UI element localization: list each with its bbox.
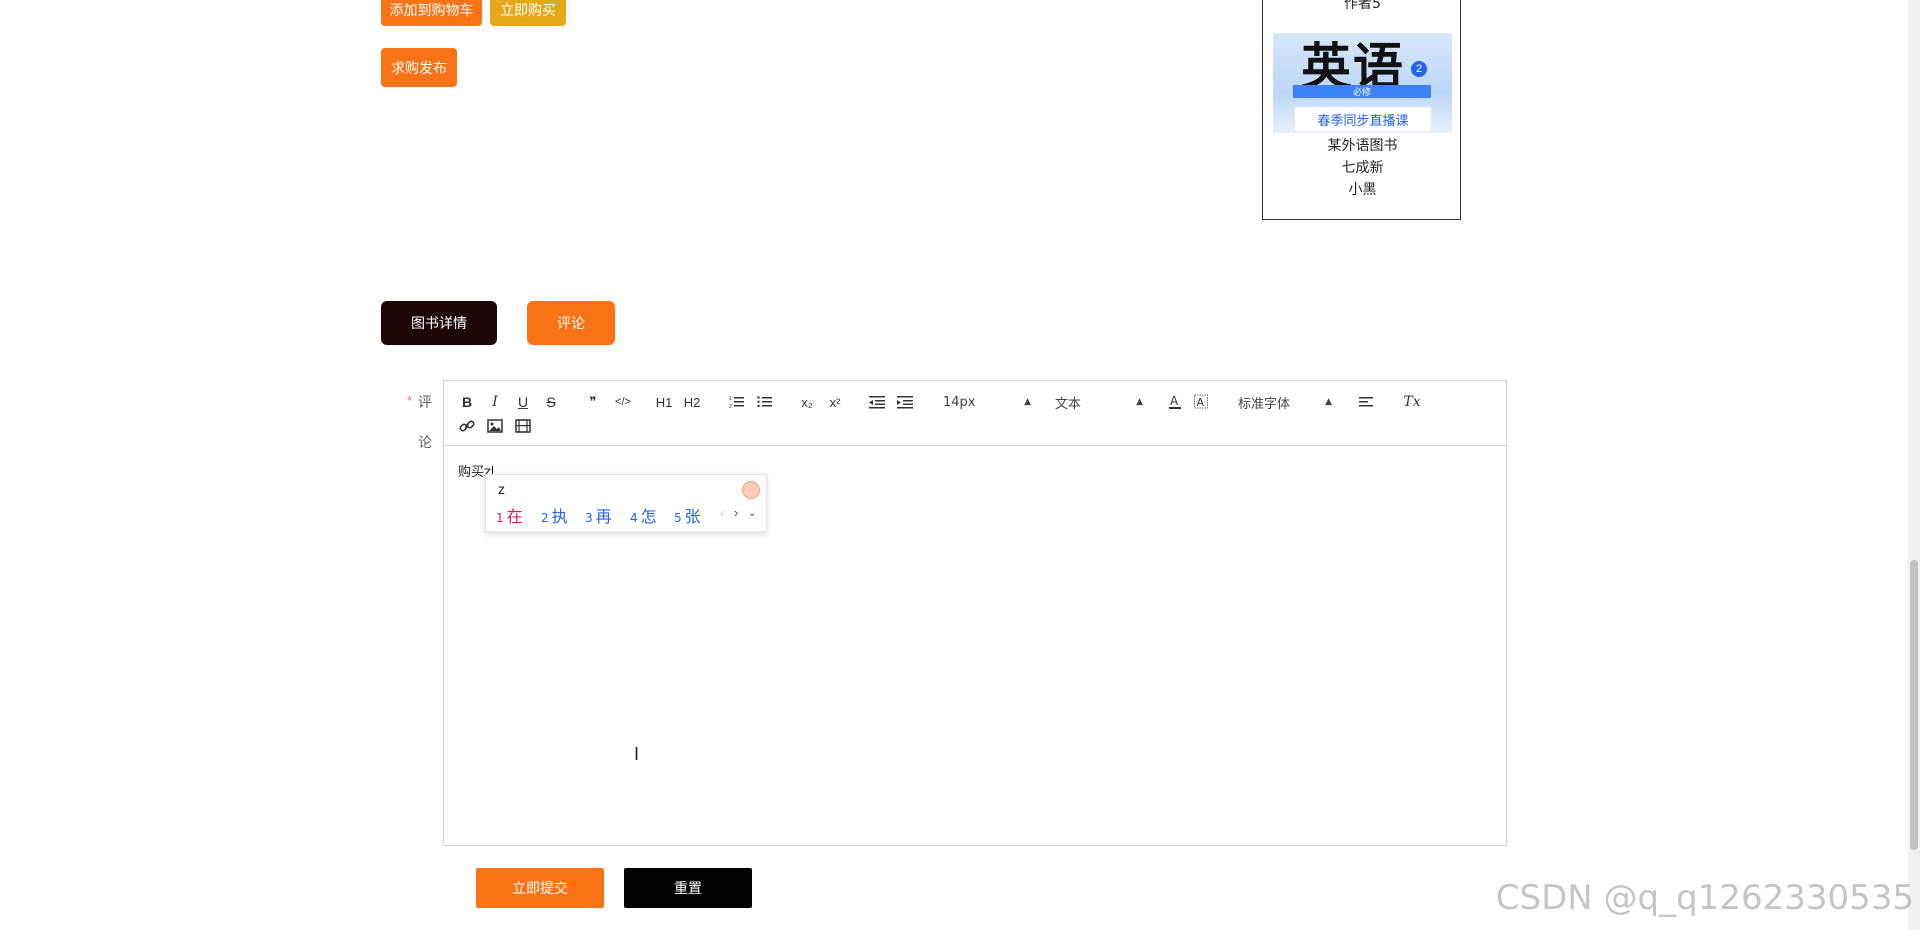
align-icon[interactable] [1358, 393, 1376, 411]
submit-button[interactable]: 立即提交 [476, 868, 604, 908]
clear-format-button[interactable]: Tx [1402, 393, 1422, 411]
book-cover-image[interactable]: 英语 2 必修 春季同步直播课 [1273, 33, 1452, 133]
comment-label: 评 [418, 395, 432, 411]
code-block-button[interactable]: </> [612, 393, 634, 411]
outdent-icon[interactable] [868, 393, 886, 411]
tab-book-details[interactable]: 图书详情 [381, 301, 497, 345]
card-condition: 七成新 [1341, 160, 1384, 176]
select-caret-icon: ▲ [1136, 397, 1143, 407]
font-size-select[interactable]: 14px ▲ [943, 393, 1031, 411]
svg-text:1: 1 [729, 396, 732, 402]
tab-comments[interactable]: 评论 [527, 301, 615, 345]
underline-button[interactable]: U [514, 393, 532, 411]
required-mark: * [407, 393, 413, 408]
font-family-value: 标准字体 [1238, 396, 1291, 412]
select-caret-icon: ▲ [1024, 397, 1031, 407]
related-book-card[interactable]: 作者5 英语 2 必修 春季同步直播课 某外语图书 七成新 小黑 [1262, 0, 1461, 220]
ime-next-icon[interactable]: › [734, 505, 738, 520]
blockquote-button[interactable]: ❞ [584, 393, 602, 411]
italic-button[interactable]: I [486, 393, 504, 411]
subscript-button[interactable]: x₂ [796, 393, 818, 411]
cover-subtitle: 春季同步直播课 [1295, 107, 1431, 131]
add-to-cart-button[interactable]: 添加到购物车 [381, 0, 482, 26]
page-scrollbar[interactable] [1908, 0, 1920, 930]
post-request-button[interactable]: 求购发布 [381, 48, 457, 87]
bullet-list-icon[interactable] [756, 393, 774, 411]
comment-label-2: 论 [418, 435, 432, 451]
ime-candidate-popup[interactable]: z 1在 2执 3再 4怎 5张 ‹ › ⌄ [485, 474, 767, 532]
text-type-value: 文本 [1055, 396, 1082, 412]
reset-button[interactable]: 重置 [624, 868, 752, 908]
ime-prev-icon[interactable]: ‹ [720, 505, 724, 520]
csdn-watermark: CSDN @q_q1262330535 [1495, 878, 1914, 918]
font-family-select[interactable]: 标准字体 ▲ [1238, 393, 1332, 412]
ime-candidate[interactable]: 5张 [674, 503, 701, 527]
ime-input-text: z [498, 481, 505, 497]
svg-text:2: 2 [729, 404, 732, 409]
ibeam-cursor-icon: Ι [634, 744, 640, 764]
card-top-text: 作者5 [1344, 0, 1381, 12]
scrollbar-thumb[interactable] [1910, 560, 1918, 850]
editor-toolbar: B I U S ❞ </> H1 H2 12 x₂ x² 14px ▲ 文本 ▲… [444, 381, 1506, 446]
heading1-button[interactable]: H1 [653, 393, 675, 411]
font-color-icon[interactable]: A [1166, 393, 1184, 411]
heading2-button[interactable]: H2 [681, 393, 703, 411]
ordered-list-icon[interactable]: 12 [728, 393, 746, 411]
card-publisher: 某外语图书 [1327, 138, 1398, 154]
select-caret-icon: ▲ [1325, 397, 1332, 407]
svg-text:A: A [1170, 394, 1179, 408]
font-size-value: 14px [943, 394, 976, 410]
buy-now-button[interactable]: 立即购买 [490, 0, 566, 26]
strike-button[interactable]: S [542, 393, 560, 411]
ime-candidate[interactable]: 3再 [585, 503, 612, 527]
text-type-select[interactable]: 文本 ▲ [1055, 393, 1143, 412]
svg-text:A: A [1197, 396, 1205, 409]
indent-icon[interactable] [896, 393, 914, 411]
ime-candidate[interactable]: 2执 [541, 503, 568, 527]
card-seller: 小黑 [1348, 182, 1377, 198]
video-icon[interactable] [514, 417, 532, 435]
ime-expand-icon[interactable]: ⌄ [748, 508, 756, 519]
cover-badge: 2 [1411, 61, 1427, 77]
superscript-button[interactable]: x² [824, 393, 846, 411]
ime-candidate[interactable]: 4怎 [630, 503, 657, 527]
ime-candidate[interactable]: 1在 [496, 503, 523, 527]
link-icon[interactable] [458, 417, 476, 435]
ime-logo-icon [742, 481, 760, 499]
bold-button[interactable]: B [458, 393, 476, 411]
rich-text-editor[interactable]: B I U S ❞ </> H1 H2 12 x₂ x² 14px ▲ 文本 ▲… [443, 380, 1507, 846]
background-color-icon[interactable]: A [1192, 393, 1210, 411]
cover-band: 必修 [1293, 85, 1431, 98]
image-icon[interactable] [486, 417, 504, 435]
